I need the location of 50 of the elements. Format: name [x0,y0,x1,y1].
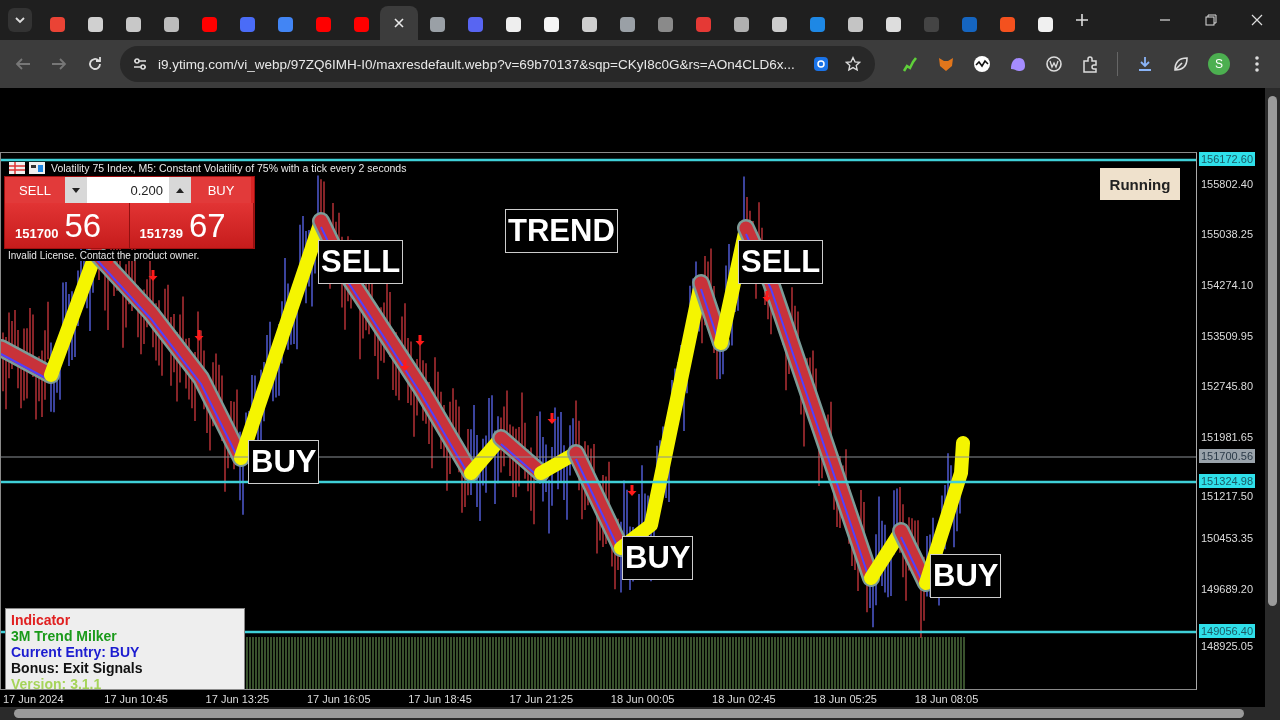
info-text: Indicator [11,612,72,628]
date-label: 17 Jun 18:45 [408,692,473,705]
sell-button[interactable]: SELL [5,177,65,203]
chart-text-label: SELL [318,240,404,284]
price-label: 151981.65 [1201,430,1253,444]
chart-title: Volatility 75 Index, M5: Constant Volatility of 75% with a tick every 2 seconds [51,162,407,174]
price-tag: 151324.98 [1199,474,1255,488]
price-label: 155802.40 [1201,177,1253,191]
url-text: i9.ytimg.com/vi_webp/97ZQ6IMH-I0/maxresdefault.webp?v=69b70137&sqp=CKyI8c0G&rs=AOn4CLD6x... [158,56,795,72]
price-pips: 56 [64,209,102,243]
chart-text-label: BUY [248,440,320,484]
info-text: Current Entry: BUY [11,644,141,660]
date-label: 17 Jun 10:45 [104,692,169,705]
buy-button[interactable]: BUY [191,177,251,203]
date-label: 18 Jun 02:45 [712,692,777,705]
price-label: 150453.35 [1201,531,1253,545]
lot-size-field[interactable]: 0.200 [65,177,191,203]
profile-button[interactable]: S [1208,53,1230,75]
price-label: 153509.95 [1201,329,1253,343]
price-text: 151739 [139,226,183,243]
price-label: 151217.50 [1201,489,1253,503]
info-text: Bonus: Exit Signals [11,660,144,676]
price-tag: 149056.40 [1199,624,1255,638]
date-label: 17 Jun 16:05 [306,692,372,705]
price-tag: 151700.56 [1199,449,1255,463]
price-label: 148925.05 [1201,639,1253,653]
price-label: 149689.20 [1201,582,1253,596]
date-label: 17 Jun 21:25 [509,692,575,705]
chart-text-label: TREND [505,209,618,253]
chart-text-label: BUY [622,536,694,580]
price-label: 154274.10 [1201,278,1253,292]
price-tag: 156172.60 [1199,152,1255,166]
date-label: 17 Jun 13:25 [205,692,271,705]
date-label: 18 Jun 08:05 [914,692,980,705]
sell-price-box[interactable]: 151700 56 [5,203,130,248]
running-button[interactable]: Running [1100,168,1180,200]
info-text: 3M Trend Milker [11,628,118,644]
license-notice: Invalid License. Contact the product owner. [6,250,202,261]
date-label: 17 Jun 2024 [3,692,65,705]
price-pips: 67 [188,209,226,243]
price-label: 155038.25 [1201,227,1253,241]
price-label: 152745.80 [1201,379,1253,393]
info-text: Version: 3.1.1 [11,676,103,689]
price-text: 151700 [15,226,59,243]
address-bar[interactable]: i9.ytimg.com/vi_webp/97ZQ6IMH-I0/maxresdefault.webp?v=69b70137&sqp=CKyI8c0G&rs=AOn4CLD6x... [120,46,875,82]
date-label: 18 Jun 00:05 [610,692,676,705]
buy-price-box[interactable]: 151739 67 [129,203,254,248]
date-label: 18 Jun 05:25 [813,692,878,705]
chart-text-label: SELL [738,240,824,284]
chart-text-label: BUY [930,554,1002,598]
